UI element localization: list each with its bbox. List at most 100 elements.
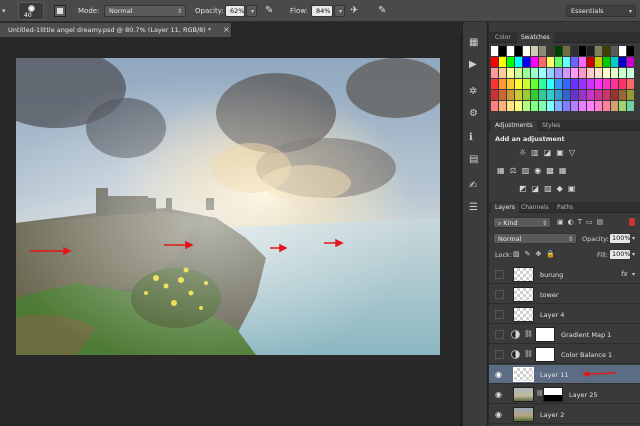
tab-paths[interactable]: Paths <box>553 203 577 213</box>
swatch[interactable] <box>555 90 562 100</box>
tab-color[interactable]: Color <box>491 33 515 43</box>
swatch[interactable] <box>555 101 562 111</box>
swatch[interactable] <box>531 68 538 78</box>
swatch[interactable] <box>539 101 546 111</box>
swatch[interactable] <box>603 46 610 56</box>
swatch[interactable] <box>499 57 506 67</box>
swatch[interactable] <box>491 57 498 67</box>
swatch[interactable] <box>571 90 578 100</box>
swatch[interactable] <box>499 46 506 56</box>
swatch[interactable] <box>531 57 538 67</box>
swatch[interactable] <box>627 90 634 100</box>
tab-channels[interactable]: Channels <box>517 203 553 213</box>
swatch[interactable] <box>499 90 506 100</box>
tab-styles[interactable]: Styles <box>538 121 564 131</box>
eye-icon[interactable]: ◉ <box>495 410 504 419</box>
swatch[interactable] <box>491 79 498 89</box>
swatch[interactable] <box>531 90 538 100</box>
eye-icon[interactable]: ◉ <box>495 390 504 399</box>
swatch[interactable] <box>571 68 578 78</box>
swatch[interactable] <box>547 90 554 100</box>
document-tab[interactable]: Untitled-1little angel dreamy.psd @ 80.7… <box>0 23 232 37</box>
swatch[interactable] <box>627 79 634 89</box>
document-canvas[interactable] <box>16 58 440 355</box>
swatch[interactable] <box>579 68 586 78</box>
pressure-size-icon[interactable]: ✎ <box>378 4 392 18</box>
swatch[interactable] <box>491 46 498 56</box>
swatch[interactable] <box>539 46 546 56</box>
swatch[interactable] <box>563 68 570 78</box>
flow-input[interactable]: 84% <box>311 5 333 17</box>
swatch[interactable] <box>515 101 522 111</box>
swatch[interactable] <box>611 90 618 100</box>
swatch[interactable] <box>539 90 546 100</box>
swatch[interactable] <box>523 101 530 111</box>
swatch[interactable] <box>587 101 594 111</box>
swatch[interactable] <box>547 46 554 56</box>
swatch[interactable] <box>603 68 610 78</box>
swatch[interactable] <box>603 57 610 67</box>
swatch[interactable] <box>595 101 602 111</box>
swatch[interactable] <box>587 79 594 89</box>
swatch[interactable] <box>563 57 570 67</box>
swatch[interactable] <box>611 68 618 78</box>
visibility-toggle[interactable] <box>495 350 504 359</box>
swatch[interactable] <box>595 46 602 56</box>
swatch[interactable] <box>523 90 530 100</box>
visibility-toggle[interactable] <box>495 330 504 339</box>
swatch[interactable] <box>563 79 570 89</box>
swatch[interactable] <box>627 46 634 56</box>
swatch[interactable] <box>531 46 538 56</box>
layer-row-gradient-map-1[interactable]: ⛓ Gradient Map 1 <box>489 325 640 344</box>
mode-select[interactable]: Normal ⇕ <box>104 5 186 17</box>
swatch[interactable] <box>627 57 634 67</box>
layer-filter-select[interactable]: ⌕ Kind ⇕ <box>493 217 551 228</box>
swatch[interactable] <box>587 68 594 78</box>
airbrush-icon[interactable]: ✈ <box>350 4 366 18</box>
swatch[interactable] <box>523 79 530 89</box>
layer-row-color-balance-1[interactable]: ⛓ Color Balance 1 <box>489 345 640 364</box>
swatch[interactable] <box>555 46 562 56</box>
swatch[interactable] <box>491 101 498 111</box>
swatch[interactable] <box>539 68 546 78</box>
swatch[interactable] <box>595 57 602 67</box>
filter-type-icons[interactable]: ▣◐T▭▤ <box>557 218 607 226</box>
brush-panel-toggle-icon[interactable] <box>54 5 66 17</box>
layer-row-burung[interactable]: burung fx ▾ <box>489 265 640 284</box>
swatch[interactable] <box>491 68 498 78</box>
swatch[interactable] <box>579 46 586 56</box>
tab-adjustments[interactable]: Adjustments <box>491 121 537 131</box>
swatch[interactable] <box>507 90 514 100</box>
swatch[interactable] <box>555 57 562 67</box>
swatch[interactable] <box>555 68 562 78</box>
brush-preset-picker[interactable]: 40 <box>18 2 44 20</box>
swatch[interactable] <box>627 68 634 78</box>
clone-source-icon[interactable]: ⚙ <box>469 108 483 122</box>
flow-dropdown[interactable]: ▾ <box>334 5 345 17</box>
swatch[interactable] <box>563 46 570 56</box>
swatch[interactable] <box>619 101 626 111</box>
properties-icon[interactable]: ☰ <box>469 202 483 216</box>
layer-row-layer-11[interactable]: ◉ Layer 11 <box>489 365 640 384</box>
swatch[interactable] <box>547 68 554 78</box>
tab-swatches[interactable]: Swatches <box>517 33 554 43</box>
swatch[interactable] <box>571 57 578 67</box>
swatch[interactable] <box>515 68 522 78</box>
blend-mode-select[interactable]: Normal ⇕ <box>493 233 577 244</box>
swatch[interactable] <box>555 79 562 89</box>
swatch[interactable] <box>571 79 578 89</box>
swatch[interactable] <box>507 79 514 89</box>
swatch[interactable] <box>515 57 522 67</box>
opacity-dropdown[interactable]: ▾ <box>246 5 257 17</box>
tab-layers[interactable]: Layers <box>491 203 519 213</box>
swatch[interactable] <box>491 90 498 100</box>
layer-row-tower[interactable]: tower <box>489 285 640 304</box>
swatch[interactable] <box>579 101 586 111</box>
filter-toggle[interactable] <box>629 218 635 226</box>
visibility-toggle[interactable] <box>495 310 504 319</box>
swatch[interactable] <box>611 57 618 67</box>
swatch[interactable] <box>563 101 570 111</box>
swatch[interactable] <box>547 57 554 67</box>
swatch[interactable] <box>587 46 594 56</box>
chevron-down-icon[interactable]: ▾ <box>632 271 635 278</box>
